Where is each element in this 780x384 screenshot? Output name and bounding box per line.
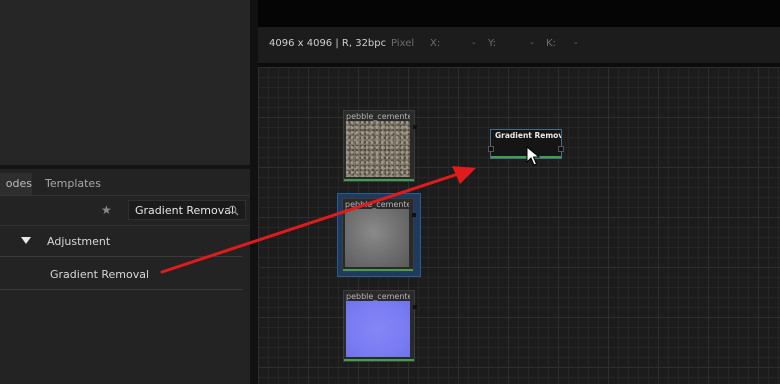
y-value: -	[530, 38, 534, 49]
viewer-canvas-strip	[258, 0, 780, 27]
search-value: Gradient Removal	[135, 204, 235, 217]
resolution-label: 4096 x 4096 | R, 32bpc	[269, 38, 387, 49]
tab-nodes-label: odes	[5, 177, 32, 190]
node-thumbnail	[345, 209, 409, 267]
tree-category-adjustment[interactable]: Adjustment	[47, 235, 110, 248]
library-panel: odes Templates ★ Gradient Removal Adjust…	[0, 169, 252, 384]
tab-templates[interactable]: Templates	[45, 173, 101, 195]
node-title: Gradient Removal	[495, 131, 561, 140]
divider	[0, 225, 252, 226]
pixel-label: Pixel	[391, 38, 415, 49]
input-port[interactable]	[488, 146, 494, 152]
divider	[0, 289, 242, 290]
mouse-cursor-icon	[526, 146, 540, 166]
tabs-divider	[0, 195, 252, 196]
node-thumbnail	[346, 301, 410, 357]
node-status-bar	[344, 359, 414, 361]
node-thumbnail	[346, 121, 410, 177]
tree-item-gradient-removal[interactable]: Gradient Removal	[50, 268, 149, 281]
graph-node-pebble-cemented-1[interactable]: pebble_cemented	[343, 110, 417, 182]
expand-triangle-icon[interactable]	[21, 237, 31, 244]
output-port[interactable]	[413, 125, 417, 129]
search-input[interactable]: Gradient Removal	[128, 200, 246, 220]
k-value: -	[574, 38, 578, 49]
y-label: Y:	[488, 38, 497, 49]
panel-splitter[interactable]	[250, 0, 258, 384]
node-status-bar	[344, 179, 414, 181]
node-title: pebble_cemented	[346, 112, 410, 121]
left-top-panel	[0, 0, 252, 165]
graph-node-pebble-cemented-2[interactable]: pebble_cemented	[342, 198, 416, 272]
search-icon[interactable]	[228, 205, 239, 216]
divider	[0, 256, 242, 257]
output-port[interactable]	[413, 305, 417, 309]
k-label: K:	[546, 38, 556, 49]
star-icon[interactable]: ★	[101, 203, 115, 217]
graph-node-pebble-cemented-3[interactable]: pebble_cemented	[343, 290, 417, 362]
node-title: pebble_cemented	[345, 200, 409, 209]
viewer-info-bar: 4096 x 4096 | R, 32bpc Pixel X: - Y: - K…	[258, 27, 780, 63]
node-status-bar	[343, 269, 413, 271]
x-label: X:	[430, 38, 441, 49]
x-value: -	[472, 38, 476, 49]
node-title: pebble_cemented	[346, 292, 410, 301]
tab-nodes[interactable]: odes	[0, 173, 32, 195]
output-port[interactable]	[412, 213, 416, 217]
output-port[interactable]	[558, 146, 564, 152]
